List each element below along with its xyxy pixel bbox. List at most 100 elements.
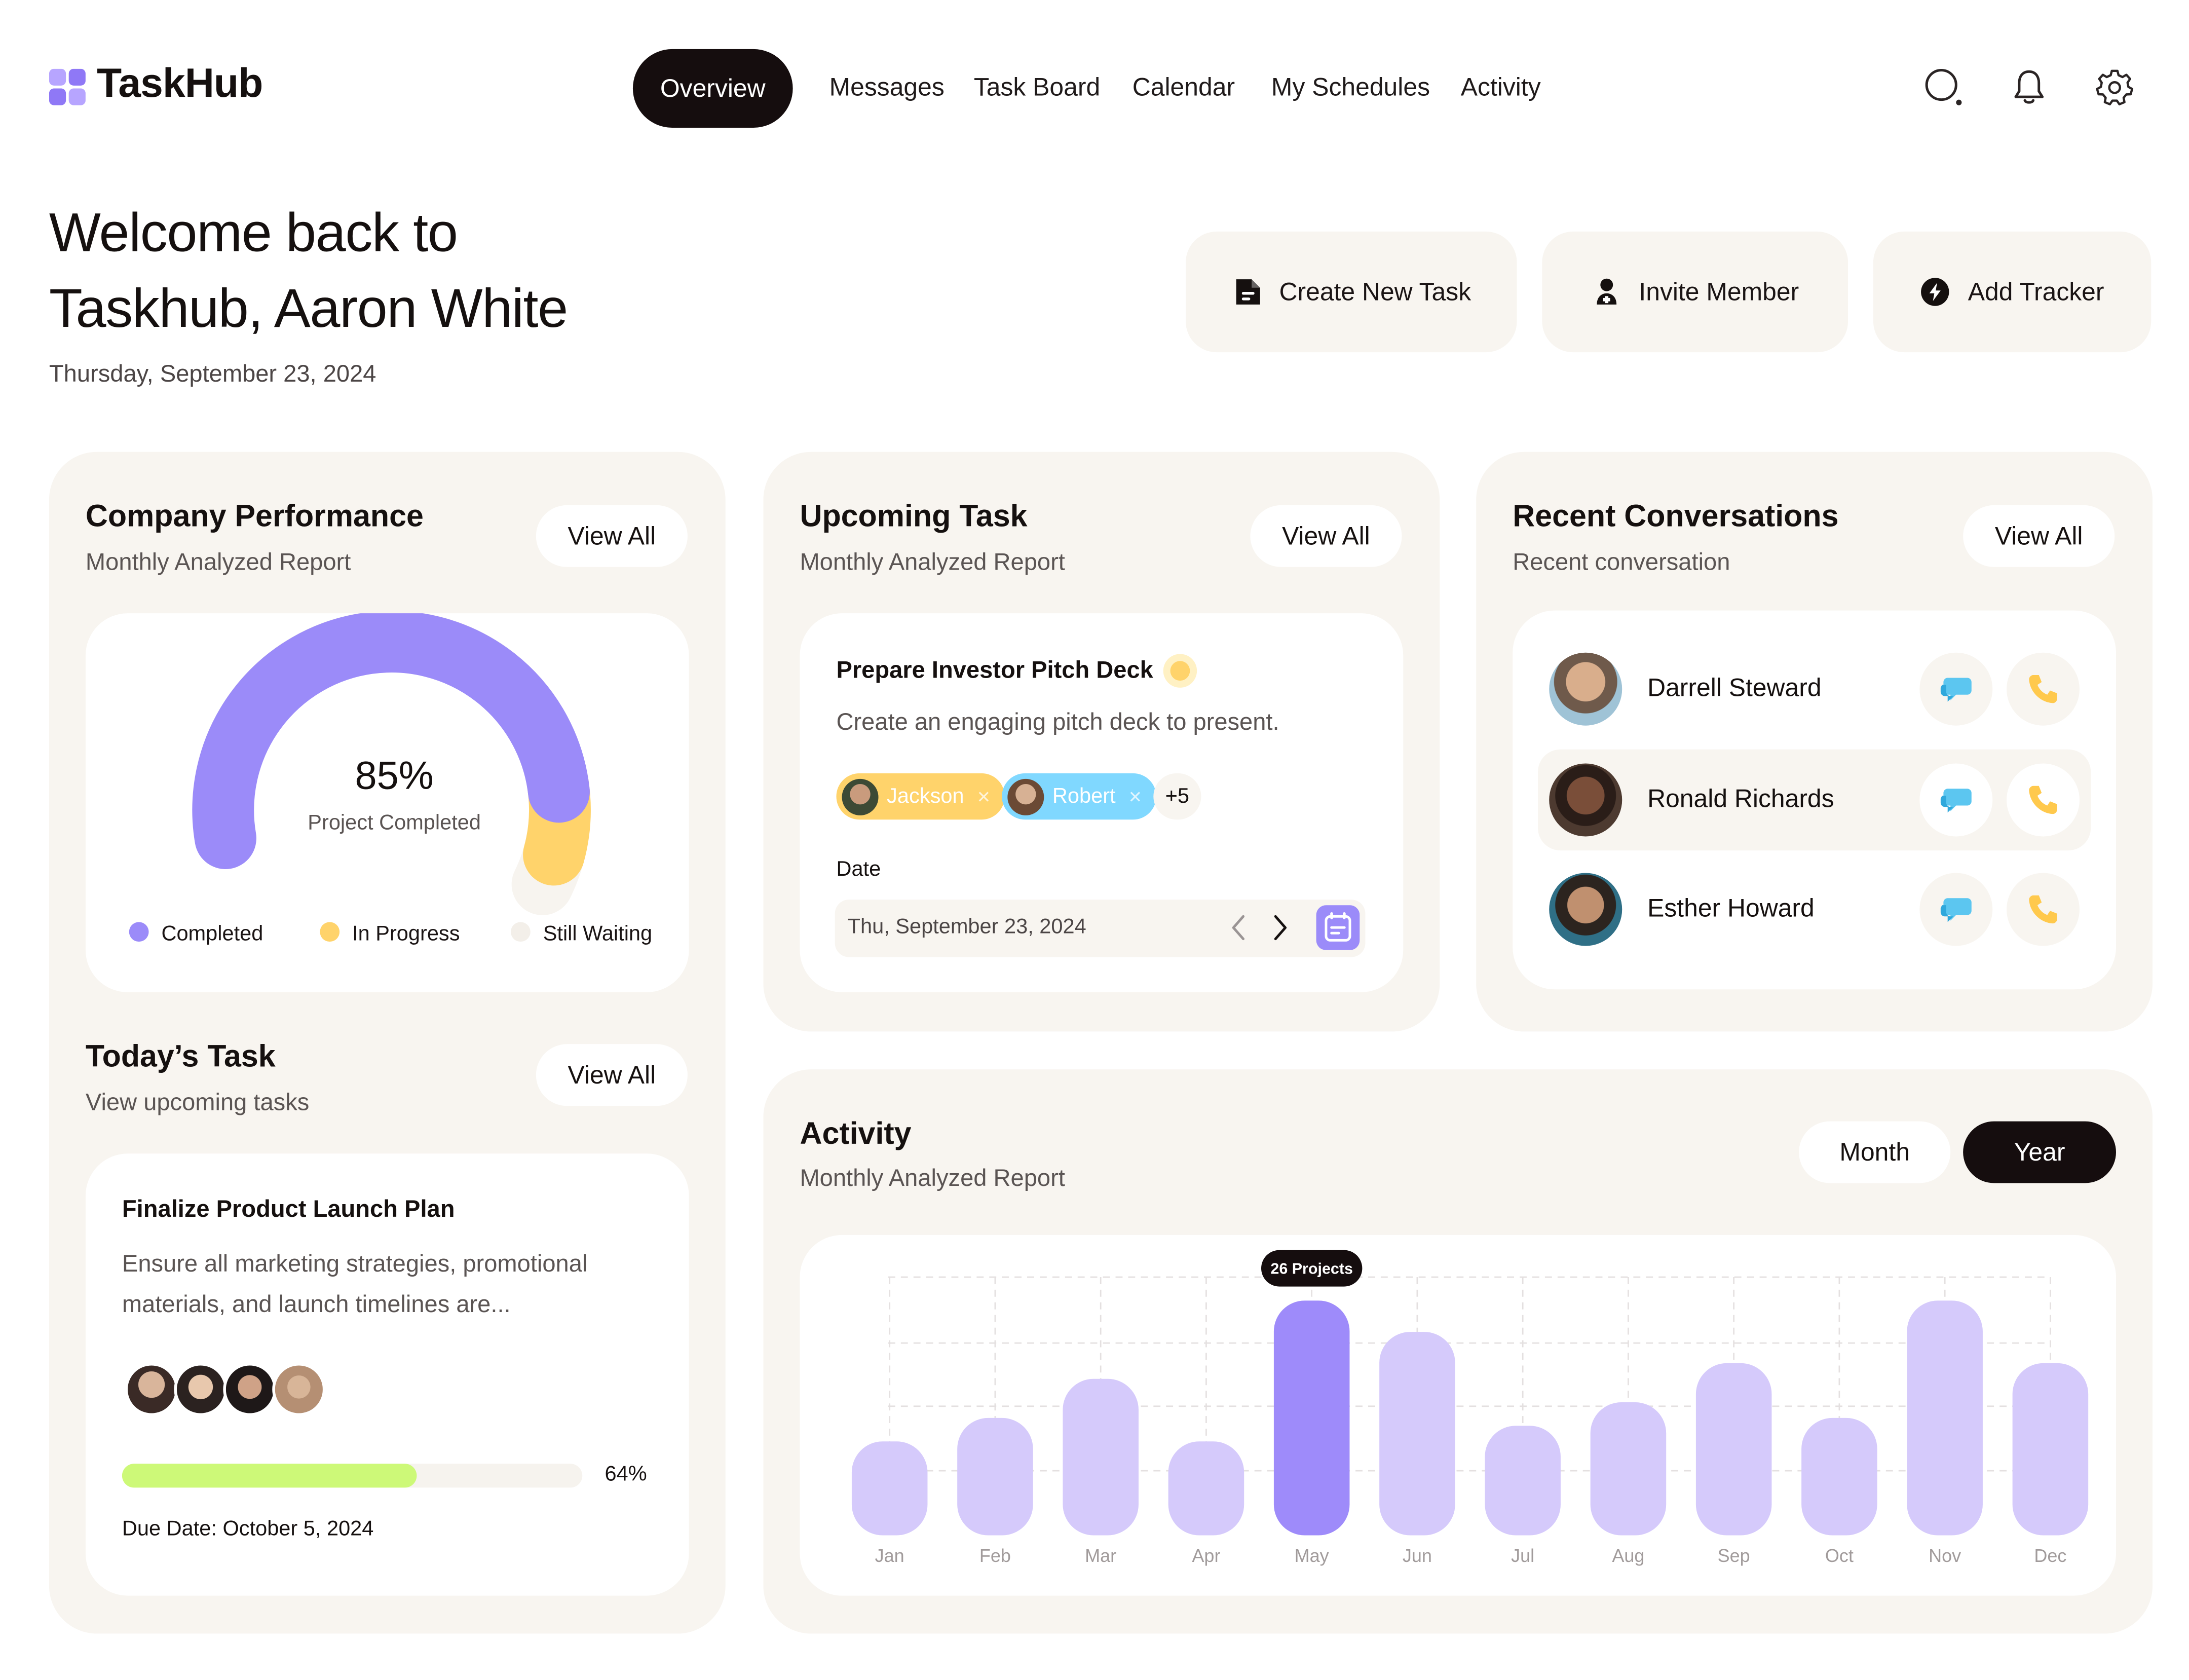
- avatar: [842, 778, 879, 815]
- conversation-row[interactable]: Esther Howard: [1538, 859, 2091, 960]
- upcoming-view-all-button[interactable]: View All: [1250, 505, 1402, 567]
- bar-jun[interactable]: [1379, 1332, 1455, 1536]
- current-date: Thursday, September 23, 2024: [49, 360, 376, 388]
- remove-icon[interactable]: ✕: [1128, 787, 1143, 806]
- avatar: [272, 1362, 326, 1416]
- legend-still-waiting-dot: [510, 922, 531, 942]
- date-label: Date: [836, 857, 881, 882]
- gear-icon[interactable]: [2095, 67, 2134, 107]
- bar-jan[interactable]: [851, 1441, 928, 1536]
- welcome-line-1: Welcome back to: [49, 203, 458, 264]
- gauge-completed-arc: [192, 613, 590, 869]
- chat-icon: [1940, 678, 1972, 702]
- invite-member-label: Invite Member: [1639, 277, 1799, 306]
- add-tracker-label: Add Tracker: [1968, 277, 2104, 306]
- assignee-chip-robert[interactable]: Robert ✕: [1002, 773, 1157, 820]
- x-tick-label: Jun: [1403, 1545, 1432, 1566]
- conversation-name: Ronald Richards: [1647, 784, 1834, 813]
- gauge-percent: 85%: [355, 754, 434, 797]
- bar-dec[interactable]: [2012, 1363, 2089, 1536]
- calendar-icon[interactable]: [1316, 905, 1360, 950]
- nav-my-schedules[interactable]: My Schedules: [1271, 73, 1430, 102]
- nav-overview[interactable]: Overview: [632, 49, 793, 128]
- avatar: [174, 1362, 228, 1416]
- nav-calendar[interactable]: Calendar: [1133, 73, 1235, 102]
- call-button[interactable]: [2006, 873, 2080, 946]
- today-task-view-all-button[interactable]: View All: [536, 1044, 688, 1106]
- avatar: [1007, 778, 1044, 815]
- upcoming-subtitle: Monthly Analyzed Report: [800, 548, 1065, 576]
- conversations-view-all-button[interactable]: View All: [1963, 505, 2115, 567]
- bar-sep[interactable]: [1695, 1363, 1772, 1536]
- conversation-name: Esther Howard: [1647, 893, 1815, 922]
- phone-icon: [2029, 675, 2057, 703]
- invite-member-button[interactable]: Invite Member: [1542, 231, 1848, 353]
- chevron-right-icon[interactable]: [1270, 914, 1290, 942]
- upcoming-task-desc: Create an engaging pitch deck to present…: [836, 708, 1279, 736]
- today-task-progress-track: [122, 1464, 583, 1488]
- legend-in-progress-dot: [320, 922, 340, 942]
- chat-button[interactable]: [1919, 652, 1993, 726]
- remove-icon[interactable]: ✕: [976, 787, 991, 806]
- x-tick-label: Dec: [2034, 1545, 2066, 1566]
- add-user-icon: [1597, 278, 1617, 305]
- call-button[interactable]: [2006, 652, 2080, 726]
- today-task-progress-value: 64%: [605, 1462, 647, 1486]
- search-icon[interactable]: [1924, 67, 1964, 107]
- bar-may[interactable]: [1273, 1300, 1350, 1536]
- chat-button[interactable]: [1919, 763, 1993, 837]
- more-assignees-badge[interactable]: +5: [1153, 773, 1201, 820]
- today-task-progress-fill: [122, 1464, 417, 1488]
- x-tick-label: Feb: [979, 1545, 1011, 1566]
- legend-in-progress-label: In Progress: [352, 922, 460, 946]
- welcome-line-2: Taskhub, Aaron White: [49, 279, 568, 340]
- create-new-task-button[interactable]: Create New Task: [1185, 231, 1517, 353]
- performance-view-all-button[interactable]: View All: [536, 505, 688, 567]
- toggle-year[interactable]: Year: [1963, 1121, 2116, 1183]
- bar-aug[interactable]: [1590, 1402, 1667, 1536]
- avatar: [1549, 763, 1622, 837]
- chat-icon: [1940, 789, 1972, 813]
- legend-completed-dot: [129, 922, 149, 942]
- bar-feb[interactable]: [957, 1417, 1033, 1536]
- document-icon: [1235, 279, 1260, 305]
- avatar: [1549, 652, 1622, 726]
- add-tracker-button[interactable]: Add Tracker: [1873, 231, 2152, 353]
- nav-task-board[interactable]: Task Board: [974, 73, 1100, 102]
- bar-oct[interactable]: [1801, 1417, 1877, 1536]
- legend-in-progress: In Progress: [320, 922, 460, 946]
- call-button[interactable]: [2006, 763, 2080, 837]
- conversation-row[interactable]: Darrell Steward: [1538, 639, 2091, 739]
- bar-nov[interactable]: [1907, 1300, 1983, 1536]
- nav-activity[interactable]: Activity: [1461, 73, 1541, 102]
- upcoming-title: Upcoming Task: [800, 498, 1028, 534]
- toggle-month[interactable]: Month: [1799, 1121, 1951, 1183]
- today-task-desc-2: materials, and launch timelines are...: [122, 1291, 511, 1318]
- today-task-title: Today’s Task: [85, 1038, 276, 1074]
- today-task-desc-1: Ensure all marketing strategies, promoti…: [122, 1250, 588, 1277]
- assignee-name: Jackson: [887, 784, 964, 809]
- activity-bar-chart: Jan Feb Mar Apr May Jun Jul Aug Sep Oct Nov Dec 26 …: [851, 1250, 2089, 1566]
- activity-subtitle: Monthly Analyzed Report: [800, 1165, 1065, 1192]
- x-tick-label: May: [1295, 1545, 1329, 1566]
- nav-messages[interactable]: Messages: [829, 73, 945, 102]
- logo-icon: [49, 68, 86, 105]
- x-tick-label: Sep: [1718, 1545, 1750, 1566]
- bar-apr[interactable]: [1168, 1441, 1244, 1536]
- x-tick-label: Oct: [1825, 1545, 1854, 1566]
- app-logo-text: TaskHub: [97, 61, 263, 107]
- legend-still-waiting: Still Waiting: [510, 922, 652, 946]
- chevron-left-icon[interactable]: [1229, 914, 1249, 942]
- upcoming-task-name: Prepare Investor Pitch Deck: [836, 656, 1153, 684]
- bar-mar[interactable]: [1063, 1378, 1139, 1536]
- bar-jul[interactable]: [1485, 1426, 1561, 1536]
- conversation-row[interactable]: Ronald Richards: [1538, 749, 2091, 851]
- x-tick-label: Nov: [1929, 1545, 1961, 1566]
- conversations-subtitle: Recent conversation: [1513, 548, 1730, 576]
- chart-tooltip-text: 26 Projects: [1270, 1260, 1353, 1278]
- bell-icon[interactable]: [2010, 67, 2049, 107]
- x-tick-label: Aug: [1612, 1545, 1644, 1566]
- welcome-heading: Welcome back to Taskhub, Aaron White: [49, 197, 568, 348]
- assignee-chip-jackson[interactable]: Jackson ✕: [836, 773, 1005, 820]
- chat-button[interactable]: [1919, 873, 1993, 946]
